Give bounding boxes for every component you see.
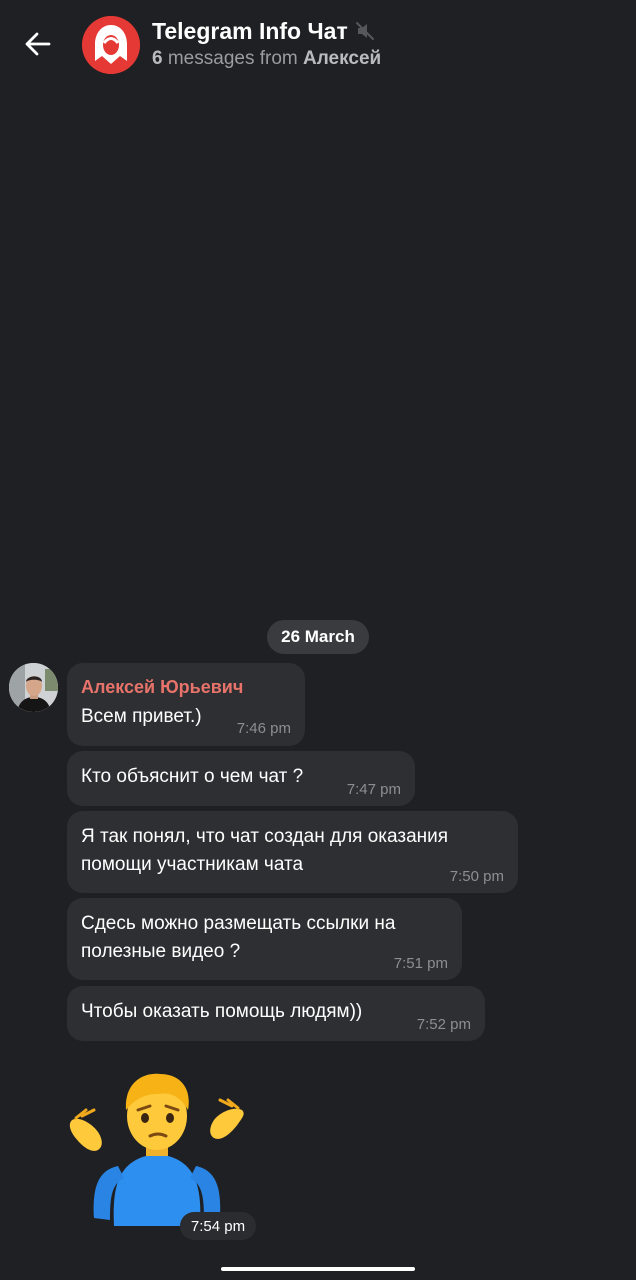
message-text: полезные видео ? — [81, 941, 241, 962]
subtitle-text: messages from — [167, 48, 298, 69]
message-bubble[interactable]: Сдесь можно размещать ссылки на полезные… — [67, 898, 462, 980]
sender-name[interactable]: Алексей Юрьевич — [81, 677, 243, 698]
chat-title: Telegram Info Чат — [152, 17, 348, 44]
date-divider: 26 March — [267, 620, 369, 654]
arrow-left-icon — [25, 32, 51, 56]
speaker-muted-icon — [354, 20, 376, 42]
user-photo-icon — [9, 663, 58, 712]
back-button[interactable] — [18, 24, 58, 64]
message-time: 7:47 pm — [346, 781, 401, 798]
telegram-info-logo-icon — [82, 16, 140, 74]
home-indicator[interactable] — [221, 1267, 415, 1271]
message-bubble[interactable]: Кто объяснит о чем чат ? 7:47 pm — [67, 751, 415, 806]
man-shrugging-icon — [69, 1073, 244, 1226]
message-bubble[interactable]: Алексей Юрьевич Всем привет.) 7:46 pm — [67, 663, 305, 746]
message-text: Всем привет.) — [81, 706, 202, 727]
message-count: 6 — [152, 48, 163, 69]
message-time: 7:50 pm — [449, 868, 504, 885]
chat-subtitle: 6 messages from Алексей — [152, 48, 381, 70]
message-text: Я так понял, что чат создан для оказания — [81, 826, 449, 847]
sticker-time: 7:54 pm — [180, 1212, 256, 1240]
message-text: Чтобы оказать помощь людям)) — [81, 1001, 363, 1022]
chat-header: Telegram Info Чат 6 messages from Алексе… — [0, 0, 636, 92]
subtitle-sender: Алексей — [303, 48, 382, 69]
message-text: Сдесь можно размещать ссылки на — [81, 913, 396, 934]
message-bubble[interactable]: Я так понял, что чат создан для оказания… — [67, 811, 518, 893]
message-text: помощи участникам чата — [81, 854, 304, 875]
message-time: 7:52 pm — [416, 1016, 471, 1033]
man-shrugging-sticker[interactable] — [66, 1066, 248, 1232]
message-time: 7:46 pm — [236, 720, 291, 737]
message-text: Кто объяснит о чем чат ? — [81, 766, 304, 787]
chat-title-row[interactable]: Telegram Info Чат — [152, 16, 376, 46]
message-bubble[interactable]: Чтобы оказать помощь людям)) 7:52 pm — [67, 986, 485, 1041]
message-time: 7:51 pm — [393, 955, 448, 972]
sender-avatar[interactable] — [9, 663, 58, 712]
chat-avatar[interactable] — [82, 16, 140, 74]
